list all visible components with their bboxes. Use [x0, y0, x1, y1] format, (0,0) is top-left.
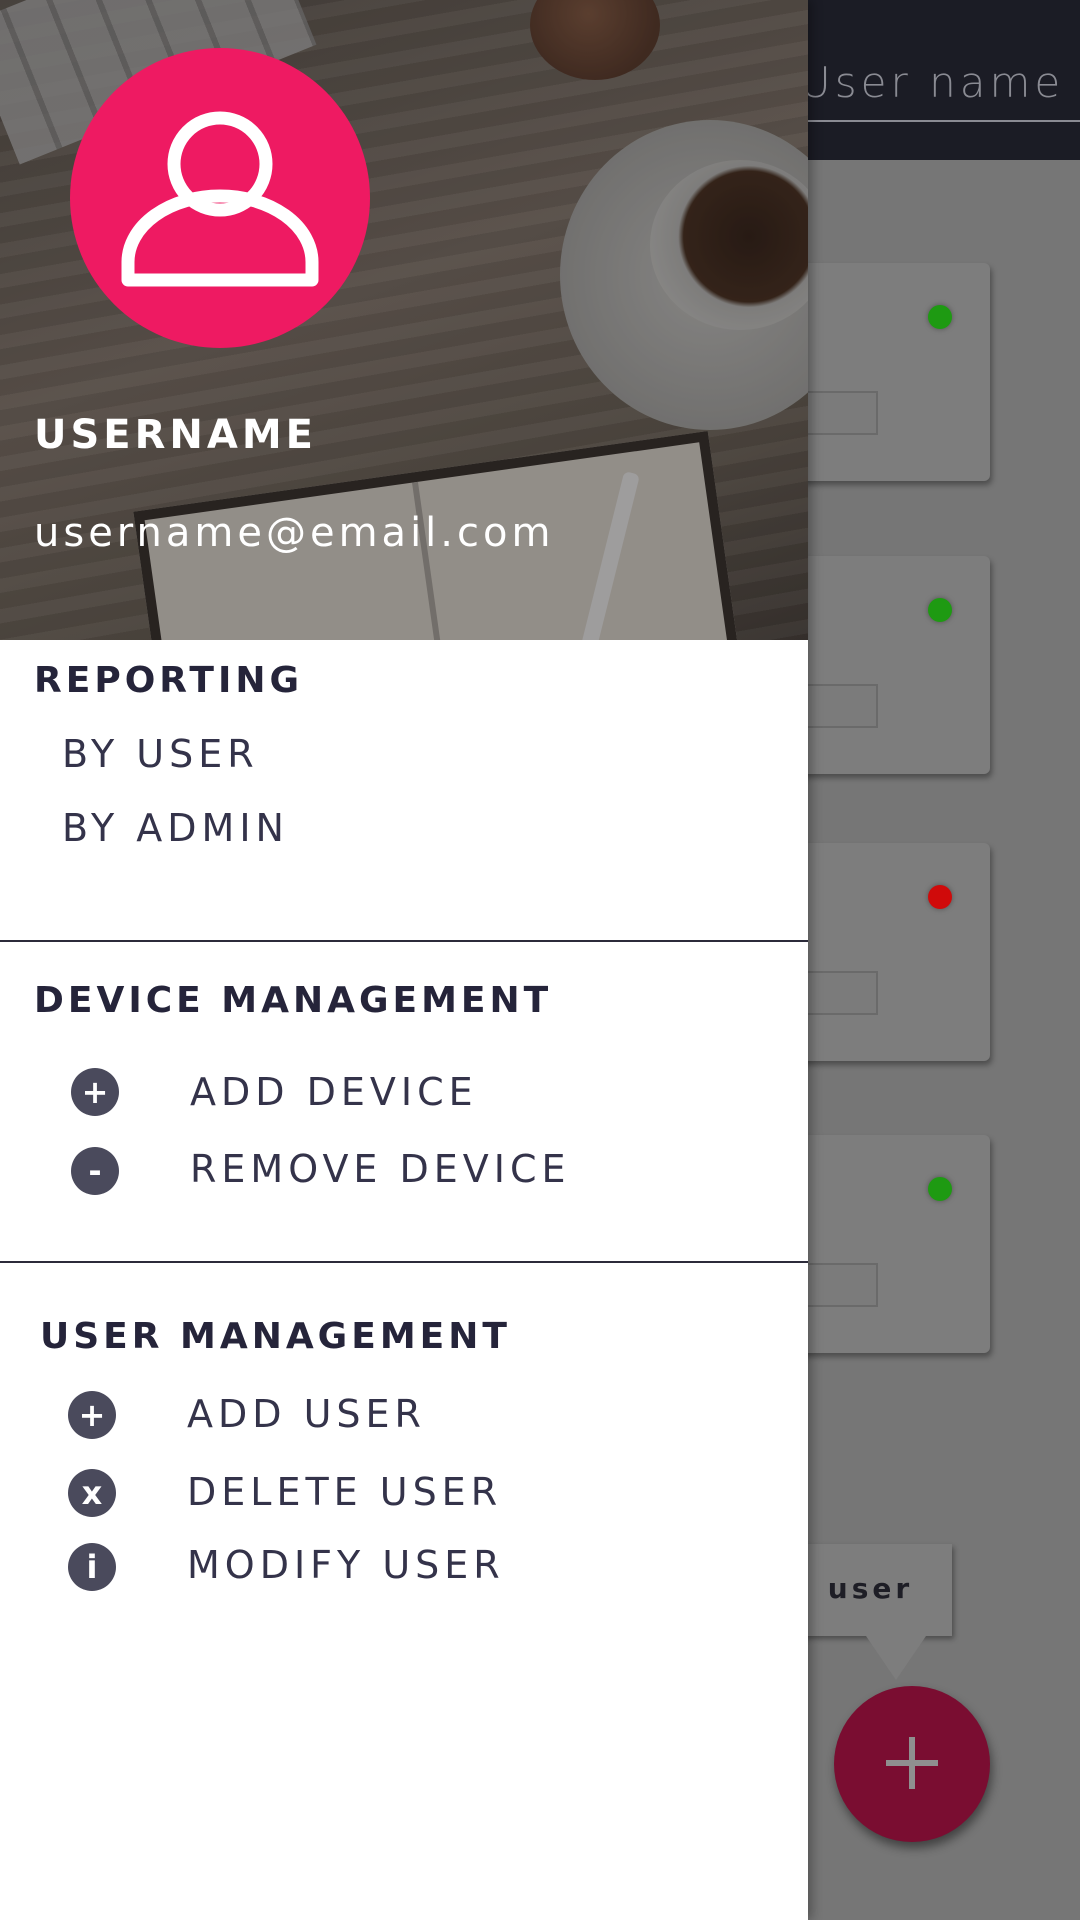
drawer-email: username@email.com	[34, 510, 555, 556]
section-title-user-management: USER MANAGEMENT	[40, 1316, 511, 1357]
menu-item-modify-user[interactable]: MODIFY USER	[187, 1543, 505, 1587]
section-title-device-management: DEVICE MANAGEMENT	[34, 980, 553, 1021]
minus-circle-icon[interactable]: -	[71, 1147, 119, 1195]
menu-item-add-device[interactable]: ADD DEVICE	[190, 1070, 478, 1114]
divider	[0, 940, 808, 942]
info-circle-icon[interactable]: i	[68, 1543, 116, 1591]
menu-item-by-user[interactable]: BY USER	[62, 732, 259, 776]
menu-item-delete-user[interactable]: DELETE USER	[187, 1470, 502, 1514]
plus-circle-icon[interactable]: +	[68, 1391, 116, 1439]
username-field-underline	[800, 120, 1080, 122]
username-field[interactable]: User name	[800, 58, 1064, 107]
menu-item-remove-device[interactable]: REMOVE DEVICE	[190, 1147, 571, 1191]
status-indicator	[928, 885, 952, 909]
drawer-header: USERNAME username@email.com	[0, 0, 808, 640]
status-indicator	[928, 1177, 952, 1201]
menu-item-by-admin[interactable]: BY ADMIN	[62, 806, 289, 850]
tooltip-arrow	[866, 1636, 926, 1680]
avatar[interactable]	[70, 48, 370, 348]
plus-circle-icon[interactable]: +	[71, 1068, 119, 1116]
add-button[interactable]	[834, 1686, 990, 1842]
tooltip-label: d user	[790, 1572, 914, 1605]
plus-icon-vertical	[909, 1737, 915, 1789]
user-icon	[121, 111, 319, 287]
status-indicator	[928, 598, 952, 622]
navigation-drawer: USERNAME username@email.com REPORTING BY…	[0, 0, 808, 1920]
x-circle-icon[interactable]: x	[68, 1469, 116, 1517]
status-indicator	[928, 305, 952, 329]
section-title-reporting: REPORTING	[34, 660, 304, 701]
divider	[0, 1261, 808, 1263]
drawer-username: USERNAME	[34, 412, 317, 458]
menu-item-add-user[interactable]: ADD USER	[187, 1392, 426, 1436]
